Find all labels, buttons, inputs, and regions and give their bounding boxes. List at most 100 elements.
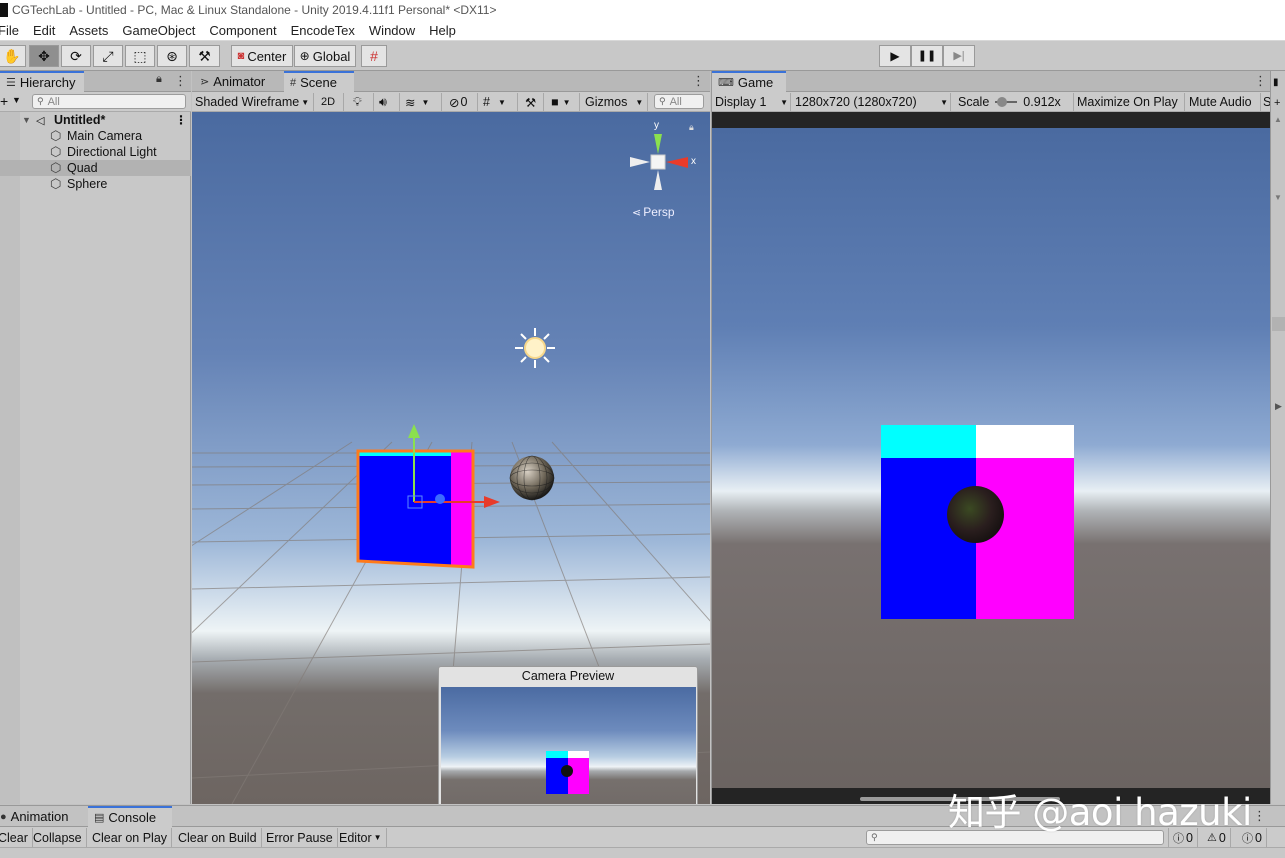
effects-dropdown[interactable]: ≋ ▼ <box>402 93 442 111</box>
clear-on-build-button[interactable]: Clear on Build <box>174 828 262 847</box>
scene-menu-icon[interactable]: ⋮ <box>175 113 187 127</box>
preview-sphere <box>561 765 573 777</box>
quad-object-scene[interactable] <box>352 420 512 590</box>
gizmos-dropdown[interactable]: Gizmos ▼ <box>582 93 648 111</box>
strip-menu-icon[interactable]: ▮ <box>1273 77 1279 88</box>
projection-toggle[interactable]: ⋖ Persp <box>632 205 675 219</box>
menu-assets[interactable]: Assets <box>69 23 108 38</box>
collapse-button[interactable]: Collapse <box>29 828 87 847</box>
strip-scroll-thumb[interactable] <box>1272 317 1285 331</box>
gizmo-lock-icon[interactable]: 🔒︎ <box>689 122 694 133</box>
strip-plus-icon[interactable]: + <box>1274 97 1280 109</box>
title-bar: CGTechLab - Untitled - PC, Mac & Linux S… <box>0 0 1285 20</box>
scene-row[interactable]: ▼ ◁ Untitled* ⋮ <box>0 112 191 128</box>
console-menu-icon[interactable]: ⋮ <box>1253 808 1266 824</box>
pivot-mode-button[interactable]: ◙ Center <box>231 45 293 67</box>
tab-animation[interactable]: ● Animation <box>0 806 86 827</box>
quad-white-region <box>976 425 1074 458</box>
tools-toggle-button[interactable]: ⚒ <box>522 93 544 111</box>
custom-tool-button[interactable]: ⚒ <box>189 45 220 67</box>
hierarchy-search-placeholder: All <box>47 95 60 108</box>
audio-toggle-button[interactable]: 🔊︎ <box>376 93 400 111</box>
draw-mode-label: Shaded Wireframe <box>195 95 300 109</box>
list-item-selected[interactable]: ⬡ Quad <box>0 160 191 176</box>
gizmo-axis-x: x <box>691 156 696 167</box>
rotate-tool-button[interactable]: ⟳ <box>61 45 91 67</box>
step-button[interactable]: ▶| <box>943 45 975 67</box>
grid-dropdown[interactable]: # ▼ <box>480 93 518 111</box>
tab-hierarchy[interactable]: ☰ Hierarchy <box>0 71 84 92</box>
quad-cyan-region <box>881 425 976 458</box>
expand-arrow-icon[interactable]: ▶ <box>1275 401 1282 412</box>
game-menu-icon[interactable]: ⋮ <box>1254 73 1267 89</box>
create-plus-icon[interactable]: + <box>0 93 8 109</box>
maximize-on-play-toggle[interactable]: Maximize On Play <box>1077 93 1185 111</box>
hand-tool-button[interactable]: ✋ <box>0 45 26 67</box>
mute-audio-label: Mute Audio <box>1189 95 1252 109</box>
menu-window[interactable]: Window <box>369 23 415 38</box>
game-viewport[interactable] <box>712 112 1271 804</box>
snap-settings-button[interactable]: # <box>361 45 387 67</box>
menu-encodetex[interactable]: EncodeTex <box>291 23 355 38</box>
error-pause-button[interactable]: Error Pause <box>262 828 338 847</box>
sphere-object-scene[interactable] <box>508 454 556 502</box>
menu-file[interactable]: File <box>0 23 19 38</box>
resolution-dropdown[interactable]: 1280x720 (1280x720) ▼ <box>795 93 951 111</box>
hierarchy-search-input[interactable]: ⚲ All <box>32 94 186 109</box>
pivot-space-button[interactable]: ⊕ Global <box>294 45 356 67</box>
list-item[interactable]: ⬡ Directional Light <box>0 144 191 160</box>
display-label: Display 1 <box>715 95 767 109</box>
hidden-objects-toggle[interactable]: ⊘ 0 <box>446 93 478 111</box>
scale-tool-button[interactable]: ⤢ <box>93 45 123 67</box>
display-dropdown[interactable]: Display 1 ▼ <box>715 93 791 111</box>
tab-scene[interactable]: # Scene <box>284 71 354 92</box>
rect-tool-button[interactable]: ⬚ <box>125 45 155 67</box>
toggle-2d-button[interactable]: 2D <box>318 93 344 111</box>
editor-dropdown[interactable]: Editor ▼ <box>335 828 387 847</box>
menu-gameobject[interactable]: GameObject <box>122 23 195 38</box>
hierarchy-menu-icon[interactable]: ⋮ <box>174 73 187 89</box>
camera-icon: ■ <box>551 95 559 109</box>
clear-button[interactable]: Clear <box>0 828 33 847</box>
game-toolbar: Display 1 ▼ 1280x720 (1280x720) ▼ Scale … <box>712 92 1271 112</box>
menu-component[interactable]: Component <box>209 23 276 38</box>
scale-label: Scale <box>958 95 990 109</box>
transform-tool-button[interactable]: ⊛ <box>157 45 187 67</box>
menu-edit[interactable]: Edit <box>33 23 55 38</box>
perspective-icon: ⋖ <box>632 206 642 219</box>
search-icon: ⚲ <box>871 832 878 842</box>
directional-light-sun-icon[interactable] <box>513 326 557 370</box>
scale-slider[interactable]: Scale 0.912x <box>958 93 1074 111</box>
scene-search-input[interactable]: ⚲ All <box>654 94 704 109</box>
tab-console[interactable]: ▤ Console <box>88 806 172 827</box>
create-dropdown-icon[interactable]: ▼ <box>12 95 21 105</box>
clear-on-play-button[interactable]: Clear on Play <box>88 828 173 847</box>
scene-menu-icon[interactable]: ⋮ <box>692 73 705 89</box>
scroll-up-icon[interactable]: ▲ <box>1274 115 1282 124</box>
scale-track[interactable] <box>995 97 1018 107</box>
list-item[interactable]: ⬡ Sphere <box>0 176 191 192</box>
expand-arrow-icon[interactable]: ▼ <box>22 115 31 125</box>
tab-game[interactable]: ⌨ Game <box>712 71 786 92</box>
mute-audio-toggle[interactable]: Mute Audio <box>1189 93 1261 111</box>
pause-button[interactable]: ❚❚ <box>911 45 943 67</box>
move-tool-button[interactable]: ✥ <box>29 45 59 67</box>
scene-viewport[interactable]: y x 🔒︎ ⋖ Persp Camera Preview <box>192 112 710 804</box>
lock-icon[interactable]: 🔒︎ <box>156 73 162 86</box>
tab-animator[interactable]: ⋗ Animator <box>194 71 282 92</box>
scale-thumb[interactable] <box>997 97 1008 107</box>
list-item[interactable]: ⬡ Main Camera <box>0 128 191 144</box>
scroll-down-icon[interactable]: ▼ <box>1274 193 1282 202</box>
error-pause-label: Error Pause <box>266 830 333 845</box>
menu-help[interactable]: Help <box>429 23 456 38</box>
menu-bar: File Edit Assets GameObject Component En… <box>0 20 1285 41</box>
play-button[interactable]: ▶ <box>879 45 911 67</box>
inspector-collapsed-strip: ▮ + ▲ ▼ ▶ <box>1270 71 1285 804</box>
hierarchy-toolbar: + ▼ ⚲ All <box>0 92 191 112</box>
preview-quad-white <box>568 751 589 758</box>
pivot-space-label: Global <box>312 48 351 64</box>
draw-mode-dropdown[interactable]: Shaded Wireframe ▼ <box>192 93 314 111</box>
orientation-gizmo[interactable] <box>622 120 702 210</box>
lighting-toggle-button[interactable]: 💡︎ <box>350 93 374 111</box>
camera-dropdown[interactable]: ■ ▼ <box>548 93 580 111</box>
